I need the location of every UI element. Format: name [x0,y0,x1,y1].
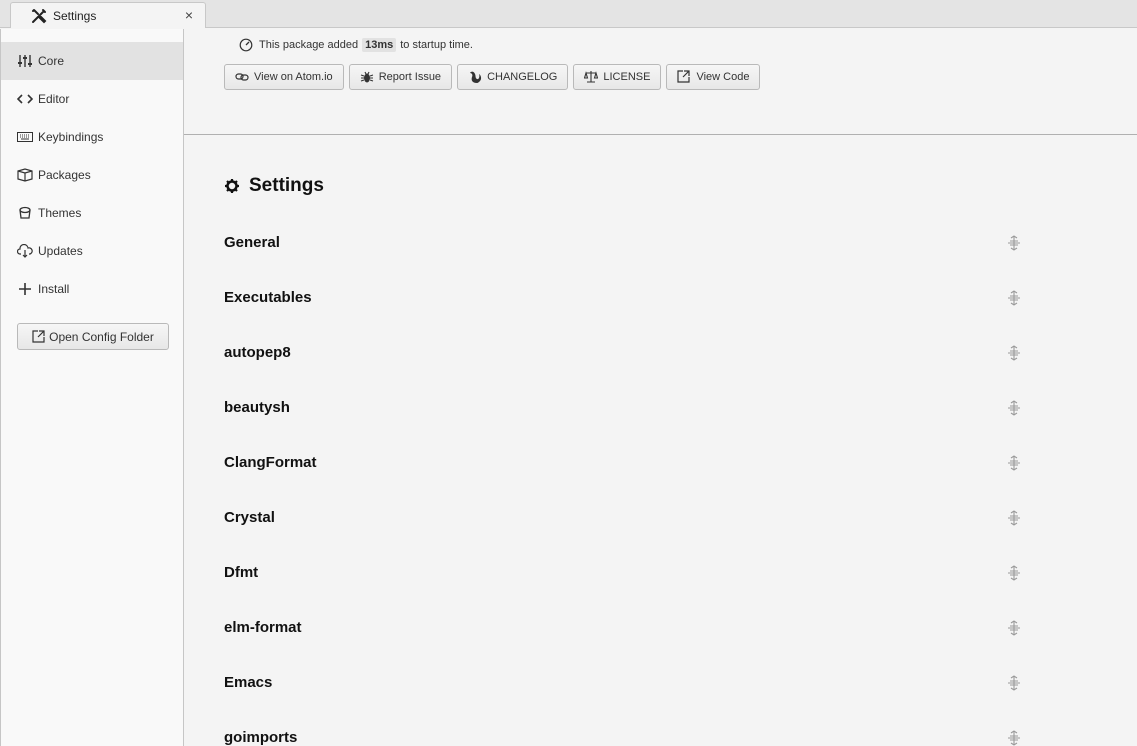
law-icon [584,70,599,84]
report-issue-label: Report Issue [378,71,442,83]
fold-icon[interactable] [1006,345,1022,361]
sidebar-item-core[interactable]: Core [1,42,183,80]
fold-icon[interactable] [1006,510,1022,526]
sidebar-item-label: Keybindings [38,130,104,144]
fold-icon[interactable] [1006,565,1022,581]
section-beautysh[interactable]: beautysh [224,390,1024,445]
fold-icon[interactable] [1006,455,1022,471]
settings-sections: General Executables autopep8 beautysh Cl… [224,225,1024,746]
sidebar-item-label: Install [38,282,70,296]
dashboard-icon [239,38,253,52]
sidebar-item-keybindings[interactable]: Keybindings [1,118,183,156]
section-title: Crystal [224,509,275,526]
report-issue-button[interactable]: Report Issue [348,64,453,90]
section-title: goimports [224,729,298,746]
view-on-atom-label: View on Atom.io [254,71,333,83]
section-title: Dfmt [224,564,259,581]
sidebar-item-updates[interactable]: Updates [1,232,183,270]
startup-ms: 13ms [362,38,397,52]
section-autopep8[interactable]: autopep8 [224,335,1024,390]
section-clangformat[interactable]: ClangFormat [224,445,1024,500]
startup-prefix: This package added [259,39,359,51]
squirrel-icon [468,70,482,84]
tab-settings[interactable]: Settings × [10,2,206,28]
section-emacs[interactable]: Emacs [224,665,1024,720]
settings-heading-label: Settings [249,175,324,196]
sidebar-item-editor[interactable]: Editor [1,80,183,118]
sidebar: Core Editor Keybindings Packages Themes [0,29,184,746]
fold-icon[interactable] [1006,235,1022,251]
section-title: beautysh [224,399,290,416]
open-config-folder-label: Open Config Folder [49,329,154,344]
license-label: LICENSE [603,71,651,83]
sidebar-item-label: Core [38,54,65,68]
settings-heading: Settings [224,175,324,197]
section-title: ClangFormat [224,454,317,471]
section-executables[interactable]: Executables [224,280,1024,335]
tools-icon [31,8,47,24]
sidebar-item-themes[interactable]: Themes [1,194,183,232]
section-title: Executables [224,289,312,306]
tab-title: Settings [53,8,97,23]
fold-icon[interactable] [1006,620,1022,636]
keyboard-icon [17,129,33,145]
section-title: Emacs [224,674,273,691]
sidebar-item-label: Themes [38,206,82,220]
plus-icon [17,281,33,297]
link-external-icon [677,70,691,84]
code-icon [17,91,33,107]
open-config-folder-button[interactable]: Open Config Folder [17,323,169,350]
package-links: View on Atom.io Report Issue CHANGELOG L… [224,64,765,90]
fold-icon[interactable] [1006,290,1022,306]
section-general[interactable]: General [224,225,1024,280]
section-dfmt[interactable]: Dfmt [224,555,1024,610]
fold-icon[interactable] [1006,730,1022,746]
fold-icon[interactable] [1006,675,1022,691]
sliders-icon [17,53,33,69]
sidebar-item-label: Packages [38,168,91,182]
tab-bar: Settings × [0,0,1137,28]
section-elm-format[interactable]: elm-format [224,610,1024,665]
cloud-download-icon [17,243,33,259]
divider [184,134,1137,135]
package-icon [17,167,33,183]
gear-icon [224,178,240,194]
section-goimports[interactable]: goimports [224,720,1024,746]
sidebar-item-label: Updates [38,244,83,258]
link-icon [235,70,249,84]
section-title: autopep8 [224,344,291,361]
section-title: General [224,234,280,251]
view-code-button[interactable]: View Code [666,64,761,90]
bug-icon [360,70,374,84]
view-on-atom-button[interactable]: View on Atom.io [224,64,344,90]
section-title: elm-format [224,619,302,636]
fold-icon[interactable] [1006,400,1022,416]
sidebar-item-install[interactable]: Install [1,270,183,308]
startup-suffix: to startup time. [400,39,473,51]
sidebar-item-label: Editor [38,92,70,106]
changelog-label: CHANGELOG [487,71,558,83]
startup-time-notice: This package added 13ms to startup time. [239,37,473,53]
main-panel: This package added 13ms to startup time.… [184,29,1137,746]
sidebar-item-packages[interactable]: Packages [1,156,183,194]
close-icon[interactable]: × [185,8,193,22]
paintcan-icon [17,205,33,221]
link-external-icon [32,330,45,343]
license-button[interactable]: LICENSE [573,64,662,90]
changelog-button[interactable]: CHANGELOG [457,64,569,90]
view-code-label: View Code [696,71,750,83]
section-crystal[interactable]: Crystal [224,500,1024,555]
